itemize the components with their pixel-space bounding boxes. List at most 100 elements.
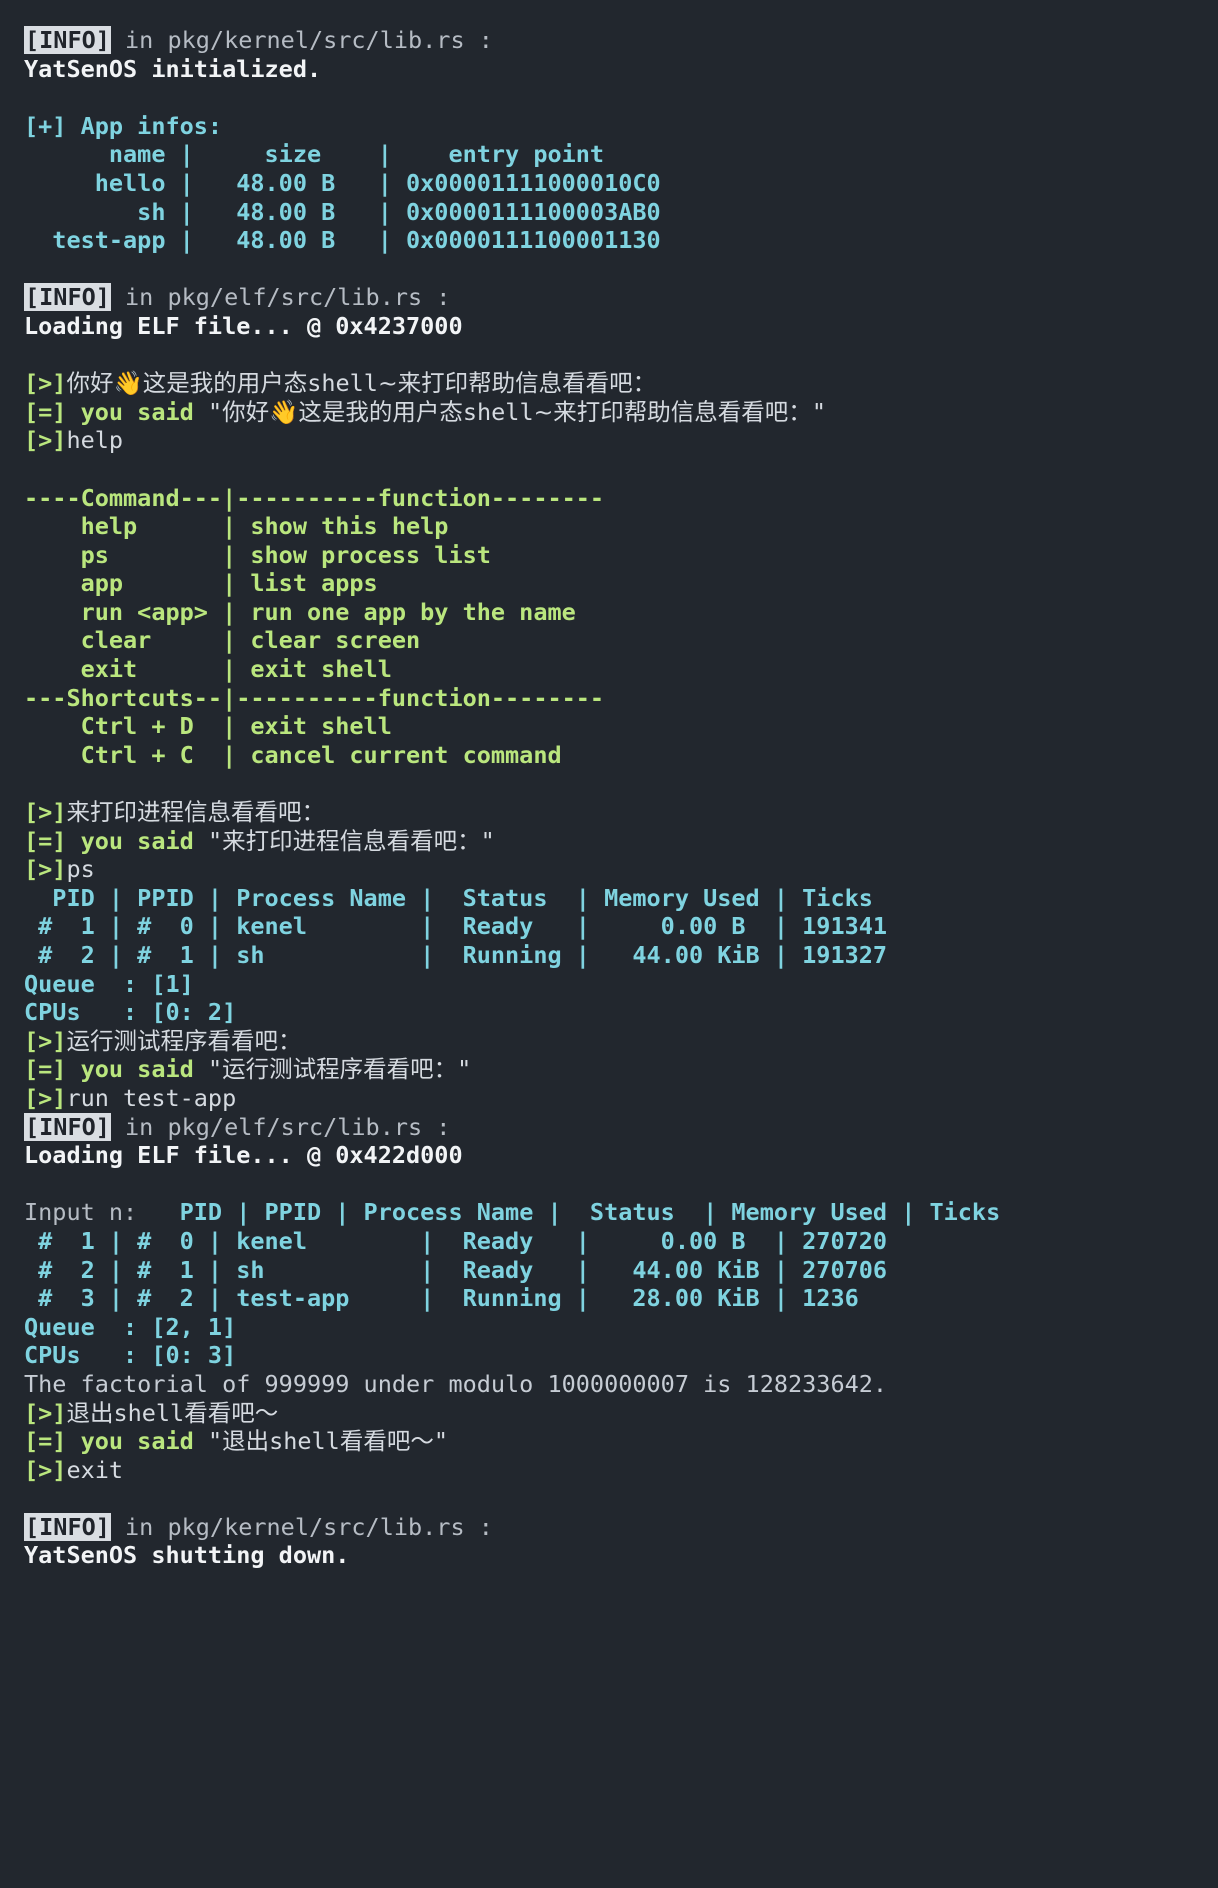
cjk-text-run: 退出 <box>222 1427 270 1456</box>
shell-prompt-line: [>]退出shell看看吧～ <box>24 1399 1218 1428</box>
log-line-message: YatSenOS initialized. <box>24 55 1218 84</box>
cjk-text-run: ~来打印帮助信息看看吧： <box>533 397 812 426</box>
text-run: in pkg/kernel/src/lib.rs : <box>110 1512 493 1541</box>
log-line-info: [INFO] in pkg/elf/src/lib.rs : <box>24 283 1218 312</box>
log-line-message: Loading ELF file... @ 0x422d000 <box>24 1141 1218 1170</box>
text-run: ps | show process list <box>24 540 491 569</box>
text-run: " <box>207 1055 223 1084</box>
info-badge: [INFO] <box>24 26 111 54</box>
table-row: # 1 | # 0 | kenel | Ready | 0.00 B | 270… <box>24 1227 1218 1256</box>
info-badge: [INFO] <box>24 1112 111 1141</box>
text-run: " <box>457 1055 472 1084</box>
text-run: clear | clear screen <box>24 626 421 655</box>
table-row: # 3 | # 2 | test-app | Running | 28.00 K… <box>24 1284 1218 1313</box>
prompt-marker: [>] <box>24 426 67 455</box>
text-run: " <box>811 397 826 426</box>
table-row: PID | PPID | Process Name | Status | Mem… <box>24 884 1218 913</box>
text-run: The factorial of 999999 under modulo 100… <box>24 1369 888 1398</box>
prompt-marker: [>] <box>24 1026 67 1055</box>
text-run: ---Shortcuts--|----------function-------… <box>24 683 605 712</box>
text-run: in pkg/elf/src/lib.rs : <box>110 283 451 312</box>
shell-prompt-line: [>]来打印进程信息看看吧： <box>24 798 1218 827</box>
terminal-output[interactable]: [INFO] in pkg/kernel/src/lib.rs : YatSenO… <box>0 0 1218 1888</box>
cjk-text-run: 看看吧～ <box>339 1427 434 1456</box>
prompt-marker: [>] <box>24 855 67 884</box>
help-row: ---Shortcuts--|----------function-------… <box>24 684 1218 713</box>
echo-marker: [=] you said <box>24 397 208 426</box>
text-run: " <box>207 1427 223 1456</box>
text-run: YatSenOS initialized. <box>24 54 322 83</box>
table-row: sh | 48.00 B | 0x0000111100003AB0 <box>24 198 1218 227</box>
info-badge: [INFO] <box>24 283 111 312</box>
shell-prompt-line: [>]exit <box>24 1456 1218 1485</box>
help-row: app | list apps <box>24 569 1218 598</box>
cjk-text-run: 来打印进程信息看看吧： <box>222 826 481 855</box>
text-run: # 3 | # 2 | test-app | Running | 28.00 K… <box>24 1284 859 1313</box>
text-run: run test-app <box>66 1083 237 1112</box>
shell-echo-line: [=] you said "来打印进程信息看看吧：" <box>24 827 1218 856</box>
shell-prompt-line: [>]ps <box>24 855 1218 884</box>
text-run: CPUs : [0: 2] <box>24 998 237 1027</box>
shell-echo-line: [=] you said "退出shell看看吧～" <box>24 1427 1218 1456</box>
shell-prompt-line: [>]你好👋这是我的用户态shell~来打印帮助信息看看吧： <box>24 369 1218 398</box>
cjk-text-run: 退出 <box>66 1398 114 1427</box>
text-run: Queue : [1] <box>24 969 194 998</box>
text-run: PID | PPID | Process Name | Status | Mem… <box>24 883 873 912</box>
log-line-info: [INFO] in pkg/kernel/src/lib.rs : <box>24 26 1218 55</box>
table-row: # 2 | # 1 | sh | Ready | 44.00 KiB | 270… <box>24 1256 1218 1285</box>
text-run: shell <box>462 397 534 426</box>
text-run: exit | exit shell <box>24 655 392 684</box>
text-run: help <box>66 426 124 455</box>
help-row: help | show this help <box>24 512 1218 541</box>
table-row: # 2 | # 1 | sh | Running | 44.00 KiB | 1… <box>24 941 1218 970</box>
text-run: # 2 | # 1 | sh | Running | 44.00 KiB | 1… <box>24 941 888 969</box>
text-run: shell <box>113 1398 185 1427</box>
help-row: run <app> | run one app by the name <box>24 598 1218 627</box>
prompt-marker: [>] <box>24 1398 67 1427</box>
log-line-info: [INFO] in pkg/kernel/src/lib.rs : <box>24 1512 1218 1542</box>
cjk-text-run: 来打印进程信息看看吧： <box>66 798 325 827</box>
table-row: CPUs : [0: 3] <box>24 1341 1218 1370</box>
text-run: # 1 | # 0 | kenel | Ready | 0.00 B | 191… <box>24 912 888 941</box>
echo-marker: [=] you said <box>24 1427 208 1456</box>
cjk-text-run: 你好👋这是我的用户态 <box>66 369 308 398</box>
text-run: Loading ELF file... @ 0x4237000 <box>24 311 463 340</box>
text-run: help | show this help <box>24 512 449 541</box>
text-run: # 1 | # 0 | kenel | Ready | 0.00 B | 270… <box>24 1226 888 1255</box>
prompt-marker: [>] <box>24 369 67 398</box>
text-run: CPUs : [0: 3] <box>24 1341 237 1370</box>
text-run: run <app> | run one app by the name <box>24 597 576 626</box>
cjk-text-run: 运行测试程序看看吧： <box>222 1055 458 1084</box>
text-run: Loading ELF file... @ 0x422d000 <box>24 1141 463 1170</box>
shell-echo-line: [=] you said "运行测试程序看看吧：" <box>24 1055 1218 1084</box>
log-line-info: [INFO] in pkg/elf/src/lib.rs : <box>24 1112 1218 1142</box>
text-run: Ctrl + C | cancel current command <box>24 740 562 769</box>
prompt-marker: [>] <box>24 798 67 827</box>
text-run: " <box>433 1427 448 1456</box>
table-row: CPUs : [0: 2] <box>24 998 1218 1027</box>
text-run: test-app | 48.00 B | 0x0000111100001130 <box>24 226 661 255</box>
text-run: " <box>207 397 223 426</box>
text-run: in pkg/elf/src/lib.rs : <box>110 1112 451 1141</box>
text-run: in pkg/kernel/src/lib.rs : <box>110 26 493 54</box>
prompt-marker: [>] <box>24 1083 67 1112</box>
help-row: exit | exit shell <box>24 655 1218 684</box>
cjk-text-run: 看看吧～ <box>184 1398 279 1427</box>
text-run: Queue : [2, 1] <box>24 1312 237 1341</box>
output-line: The factorial of 999999 under modulo 100… <box>24 1370 1218 1399</box>
text-run: app | list apps <box>24 569 378 598</box>
table-row: name | size | entry point <box>24 140 1218 169</box>
text-run: Ctrl + D | exit shell <box>24 712 392 741</box>
text-run: " <box>480 826 495 855</box>
info-badge: [INFO] <box>24 1512 111 1541</box>
help-row: Ctrl + D | exit shell <box>24 712 1218 741</box>
text-run: ps <box>66 855 95 884</box>
text-run: YatSenOS shutting down. <box>24 1541 350 1570</box>
shell-echo-line: [=] you said "你好👋这是我的用户态shell~来打印帮助信息看看吧… <box>24 398 1218 427</box>
